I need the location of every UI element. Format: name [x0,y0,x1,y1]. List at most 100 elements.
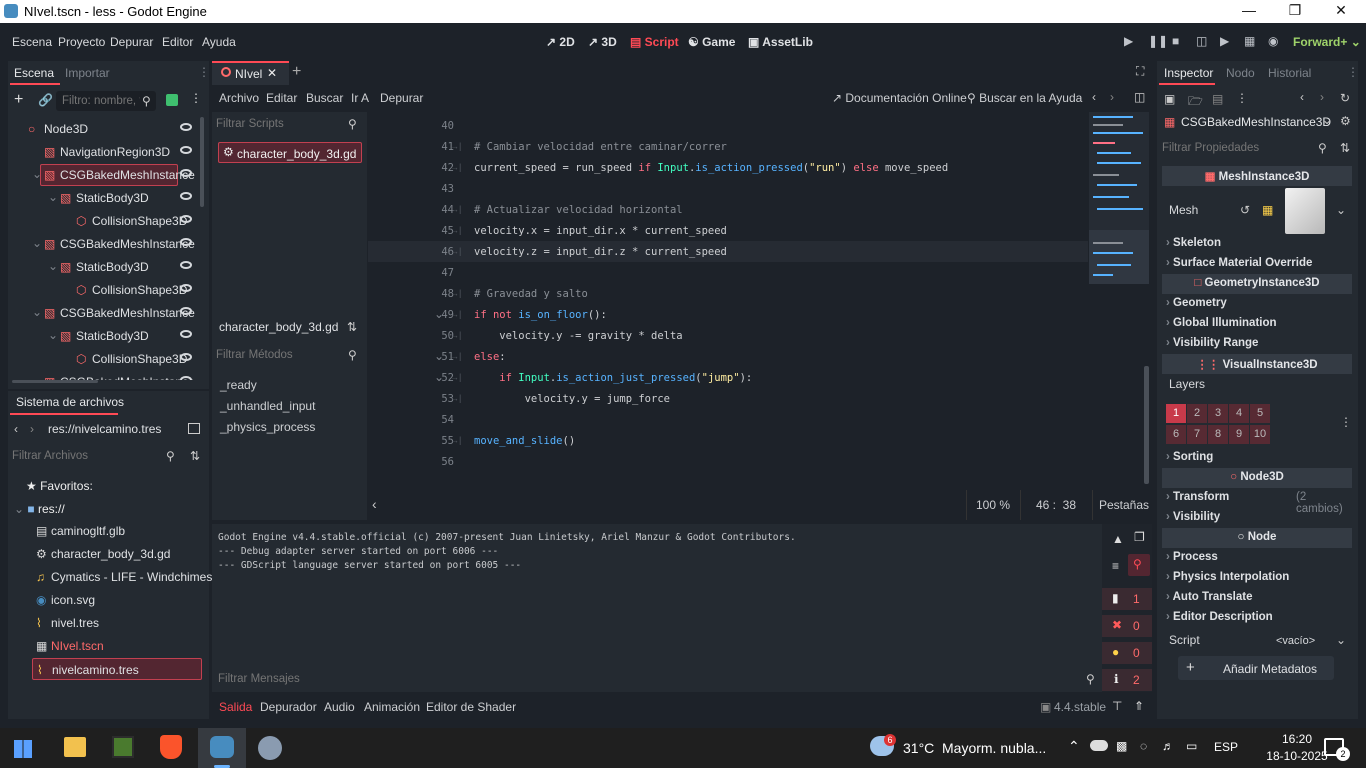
method-filter-input[interactable] [216,346,341,364]
tab-nodo[interactable]: Nodo [1226,66,1255,80]
mesh-preview[interactable] [1285,188,1325,234]
file-item[interactable]: ♫ Cymatics - LIFE - Windchimes ... [32,566,226,588]
scene-tree-row[interactable]: ▧ NavigationRegion3D [8,141,200,163]
prev-script-icon[interactable]: ‹ [1092,90,1096,104]
visibility-eye-icon[interactable] [180,123,192,131]
history-back-icon[interactable]: ‹ [1300,90,1304,104]
code-line[interactable]: 41 →| # Cambiar velocidad entre caminar/co… [368,137,1088,158]
back-icon[interactable]: ‹ [14,422,18,436]
file-item[interactable]: ▤ caminogltf.glb [32,520,202,542]
code-line[interactable]: 42 →| current_speed = run_speed if Input.i… [368,158,1088,179]
fold-chevron-icon[interactable]: ⌄ [434,370,444,384]
online-docs-button[interactable]: ↗ Documentación Online [832,91,967,105]
fold-chevron-icon[interactable]: ⌄ [434,307,444,321]
info-filter-button[interactable]: ℹ2 [1102,669,1152,691]
favorites-row[interactable]: ★ Favoritos: [26,479,93,493]
chevron-down-icon[interactable]: ⌄ [48,259,58,273]
code-line[interactable]: 43 [368,179,1088,200]
chevron-down-icon[interactable]: ⌄ [32,167,42,181]
tab-salida[interactable]: Salida [219,700,252,714]
maximize-icon[interactable]: ❐ [1272,2,1318,19]
file-item[interactable]: ⚙ character_body_3d.gd [32,543,202,565]
scene-tab-nivel[interactable]: NIvel ✕ [212,61,289,85]
visibility-eye-icon[interactable] [180,146,192,154]
brave-browser-icon[interactable] [160,735,182,759]
code-line[interactable]: 40 [368,116,1088,137]
scene-tree-row[interactable]: ▧⌄ CSGBakedMeshInstance [8,233,200,255]
code-line[interactable]: 55 →| move_and_slide() [368,431,1088,452]
windows-start-icon[interactable] [14,740,32,758]
tree-scrollbar[interactable] [200,117,204,207]
code-line[interactable]: 47 [368,263,1088,284]
chevron-down-icon[interactable]: ⌄ [32,305,42,319]
layer-toggle[interactable]: 4 [1229,404,1249,423]
visibility-eye-icon[interactable] [180,284,192,292]
visibility-eye-icon[interactable] [180,353,192,361]
scene-tree-row[interactable]: ○ Node3D [8,118,200,140]
layer-toggle[interactable]: 2 [1187,404,1207,423]
minimize-icon[interactable]: — [1226,2,1272,18]
layer-toggle[interactable]: 8 [1208,425,1228,444]
remote-debug-icon[interactable]: ◫ [1196,34,1207,48]
scene-tree-row[interactable]: ▧⌄ CSGBakedMeshInstance [8,371,200,380]
file-item[interactable]: ◉ icon.svg [32,589,202,611]
toggle-scripts-icon[interactable]: ‹ [372,496,377,512]
chevron-down-icon[interactable]: ⌄ [48,190,58,204]
sort-icon[interactable]: ⇅ [190,449,200,463]
sort-icon[interactable]: ⇅ [347,320,357,334]
file-filter-input[interactable] [12,447,162,465]
section-editor-description[interactable]: › Editor Description [1166,611,1352,629]
tab-editor-shader[interactable]: Editor de Shader [426,700,516,714]
log-filter-button[interactable]: ▮ 1 [1102,588,1152,610]
tree-hscrollbar[interactable] [12,380,98,383]
tab-historial[interactable]: Historial [1268,66,1311,80]
close-icon[interactable]: ✕ [267,66,277,80]
tab-inspector[interactable]: Inspector [1164,66,1213,80]
code-line[interactable]: 56 [368,452,1088,473]
script-menu-ir-a[interactable]: Ir A [351,91,369,105]
collapse-icon[interactable]: ≡ [1112,559,1119,573]
scene-tree-row[interactable]: ▧⌄ CSGBakedMeshInstance [8,302,200,324]
visibility-eye-icon[interactable] [180,307,192,315]
file-item[interactable]: ⌇ nivel.tres [32,612,202,634]
weather-text[interactable]: Mayorm. nubla... [942,740,1046,756]
tab-animacion[interactable]: Animación [364,700,420,714]
script-menu-archivo[interactable]: Archivo [219,91,259,105]
copy-icon[interactable]: ❐ [1134,530,1145,544]
play-icon[interactable]: ▶ [1124,34,1133,48]
scene-filter-input[interactable] [56,91,140,111]
more-options-icon[interactable]: ⋮ [190,91,202,105]
code-line[interactable]: 49 →| ⌄ if not is_on_floor(): [368,305,1088,326]
add-node-icon[interactable]: + [14,91,23,109]
clock-date[interactable]: 18-10-2025 [1262,749,1332,763]
object-history-icon[interactable]: ↻ [1340,91,1350,105]
visibility-eye-icon[interactable] [180,376,192,380]
input-language[interactable]: ESP [1214,740,1238,754]
chevron-down-icon[interactable]: ⌄ [32,374,42,380]
root-folder-row[interactable]: ⌄ ■ res:// [14,502,65,516]
play-scene-icon[interactable]: ▶ [1220,34,1229,48]
split-view-icon[interactable] [188,423,200,434]
indent-mode[interactable]: Pestañas [1099,498,1149,512]
tab-escena[interactable]: Escena [14,66,54,80]
property-options-icon[interactable]: ⇅ [1340,141,1350,155]
save-icon[interactable]: ▤ [1212,92,1223,106]
section-physics-interpolation[interactable]: › Physics Interpolation [1166,571,1352,589]
file-item[interactable]: ⌇ nivelcamino.tres [32,658,202,680]
layer-toggle[interactable]: 3 [1208,404,1228,423]
forward-icon[interactable]: › [30,422,34,436]
tab-depurador[interactable]: Depurador [260,700,317,714]
workspace-2d[interactable]: ↗ 2D [546,35,575,49]
float-window-icon[interactable]: ◫ [1134,90,1145,104]
minimap[interactable] [1089,112,1149,284]
script-item[interactable]: ⚙ character_body_3d.gd [218,142,362,163]
code-line[interactable]: 52 →| ⌄ if Input.is_action_just_pressed("j… [368,368,1088,389]
layer-toggle[interactable]: 7 [1187,425,1207,444]
code-line[interactable]: 50 →| velocity.y -= gravity * delta [368,326,1088,347]
link-icon[interactable]: 🔗 [38,93,53,107]
code-line[interactable]: 51 →| ⌄ else: [368,347,1088,368]
visibility-eye-icon[interactable] [180,238,192,246]
close-window-icon[interactable]: ✕ [1318,2,1364,19]
script-value[interactable]: <vacío> [1276,635,1315,647]
menu-escena[interactable]: Escena [12,35,52,49]
